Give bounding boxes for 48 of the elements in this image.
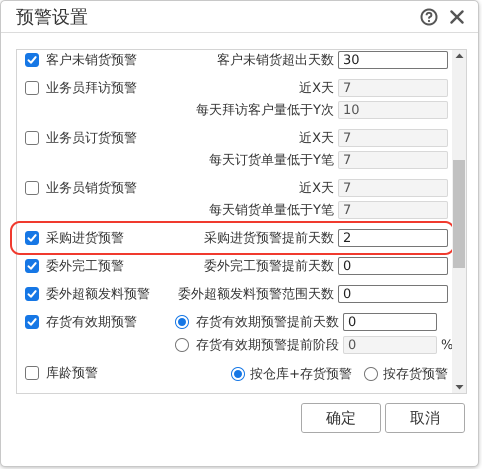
field-label: 每天订货单量低于Y笔 [209, 152, 334, 169]
unit-label: % [441, 338, 454, 352]
option-label: 采购进货预警 [46, 230, 124, 247]
option-label: 委外完工预警 [46, 258, 124, 275]
field-label: 每天拜访客户量低于Y次 [196, 102, 334, 119]
option-label: 按仓库+存货预警 [250, 366, 352, 383]
option-label: 存货有效期预警 [46, 314, 137, 331]
dialog-button[interactable]: 取消 [385, 403, 465, 433]
option-label: 委外超额发料预警 [46, 286, 150, 303]
field-label: 每天销货单量低于Y笔 [209, 202, 334, 219]
field-label: 近X天 [299, 180, 334, 197]
option-label: 业务员销货预警 [46, 180, 137, 197]
field-label: 采购进货预警提前天数 [204, 230, 334, 247]
checkbox[interactable] [25, 181, 39, 195]
option-label: 业务员订货预警 [46, 130, 137, 147]
field-label: 委外超额发料预警范围天数 [178, 286, 334, 303]
option-label: 存货有效期预警提前天数 [196, 314, 339, 331]
radio-button[interactable] [364, 367, 378, 381]
checkbox[interactable] [25, 131, 39, 145]
field-label: 客户未销货超出天数 [217, 52, 334, 69]
radio-button[interactable] [231, 367, 246, 381]
checkbox[interactable] [25, 366, 39, 380]
radio-button[interactable] [175, 315, 189, 329]
checkbox[interactable] [25, 287, 39, 301]
field-label: 近X天 [299, 80, 334, 97]
close-icon[interactable] [450, 10, 464, 24]
window-title: 预警设置 [16, 6, 89, 28]
dialog-button[interactable]: 确定 [301, 403, 381, 433]
input-field[interactable]: 0 [338, 257, 448, 275]
checkbox[interactable] [25, 81, 39, 95]
option-label: 库龄预警 [46, 365, 98, 382]
checkbox[interactable] [25, 259, 39, 273]
checkbox[interactable] [25, 315, 39, 329]
input-field[interactable]: 0 [343, 313, 437, 331]
input-field[interactable]: 2 [338, 229, 448, 247]
input-field[interactable]: 0 [338, 285, 448, 303]
scrollbar[interactable] [452, 50, 466, 393]
checkbox[interactable] [25, 231, 39, 245]
option-label: 业务员拜访预警 [46, 80, 137, 97]
checkbox[interactable] [25, 53, 39, 67]
scrollbar-thumb[interactable] [453, 160, 465, 268]
field-label: 近X天 [299, 130, 334, 147]
option-label: 按存货预警 [383, 366, 448, 383]
input-field[interactable]: 30 [338, 51, 448, 69]
help-icon[interactable] [420, 8, 438, 26]
field-label: 委外完工预警提前天数 [204, 258, 334, 275]
option-label: 客户未销货预警 [46, 52, 137, 69]
option-label: 存货有效期预警提前阶段 [196, 337, 339, 354]
